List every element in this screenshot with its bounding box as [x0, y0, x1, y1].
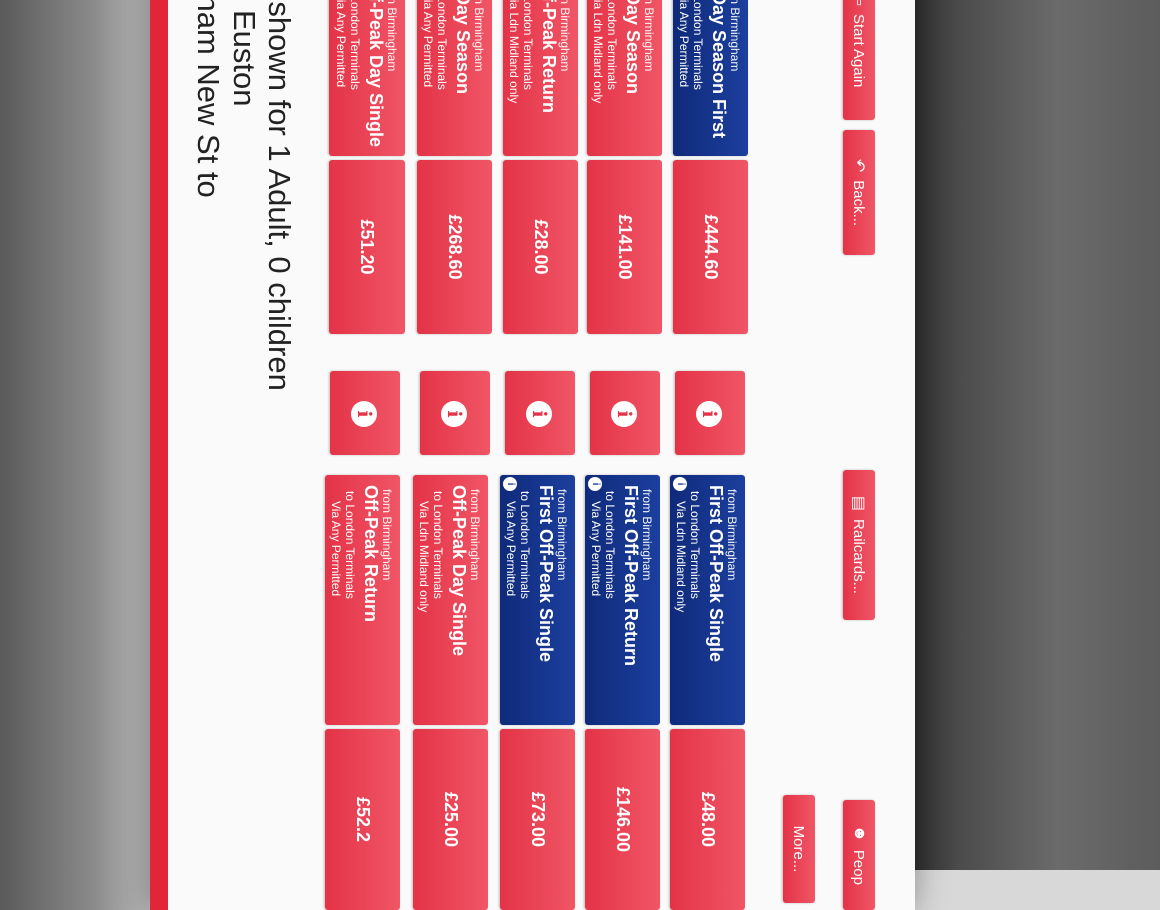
fare-via: Via Ldn Midland only — [591, 0, 605, 104]
back-label: Back... — [850, 180, 868, 227]
fare-info-button[interactable]: i — [675, 371, 745, 455]
fare-name: First Off-Peak Single — [536, 485, 556, 663]
fare-to: to London Terminals — [603, 491, 617, 599]
railcards-button[interactable]: ▤ Railcards... — [843, 470, 875, 620]
fare-to: to London Terminals — [688, 491, 702, 599]
fare-via: Via Any Permitted — [504, 501, 518, 597]
fare-from: from Birmingham — [728, 0, 742, 72]
fare-from: from Birmingham — [380, 489, 394, 581]
passenger-summary: es shown for 1 Adult, 0 children — [262, 0, 297, 391]
fare-name: Off-Peak Return — [539, 0, 559, 114]
fare-price-button[interactable]: £25.00 — [413, 729, 488, 910]
fare-from: from Birmingham — [725, 489, 739, 581]
route-line-1: ngham New St to — [191, 0, 226, 198]
fare-via: Via Ldn Midland only — [674, 501, 688, 613]
fare-card-first-class[interactable]: from Birmingham First Off-Peak Single to… — [670, 475, 745, 725]
fare-from: from Birmingham — [472, 0, 486, 72]
fare-info-button[interactable]: i — [590, 371, 660, 455]
fare-via: Via Any Permitted — [334, 0, 348, 88]
info-icon: i — [351, 401, 377, 427]
fare-card-first-class[interactable]: from Birmingham First Off-Peak Return to… — [585, 475, 660, 725]
route-line-2: lon Euston — [227, 0, 262, 107]
fare-card[interactable]: from Birmingham Off-Peak Return to Londo… — [325, 475, 400, 725]
fare-via: Via Any Permitted — [589, 501, 603, 597]
start-again-label: Start Again — [850, 14, 868, 88]
fare-card[interactable]: from Birmingham 7-Day Season to London T… — [587, 0, 662, 156]
fare-from: from Birmingham — [468, 489, 482, 581]
info-icon: i — [441, 401, 467, 427]
start-again-button[interactable]: ⇦ Start Again — [843, 0, 875, 120]
ticket-selection-screen: ngham New St to lon Euston es shown for … — [150, 0, 915, 910]
fare-name: Off-Peak Day Single — [449, 485, 469, 657]
first-class-info-icon: i — [503, 477, 517, 491]
fare-price-button[interactable]: £146.00 — [585, 729, 660, 910]
fare-from: from Birmingham — [555, 489, 569, 581]
fare-price-button[interactable]: £52.2 — [325, 729, 400, 910]
back-arrow-icon: ↶ — [850, 158, 867, 173]
first-class-info-icon: i — [673, 477, 687, 491]
fare-via: Via Any Permitted — [677, 0, 691, 88]
fare-name: Off-Peak Return — [361, 485, 381, 623]
fare-name: First Off-Peak Return — [621, 485, 641, 667]
fare-to: to London Terminals — [435, 0, 449, 90]
fare-card[interactable]: from Birmingham Off-Peak Return to Londo… — [503, 0, 578, 156]
fare-name: Off-Peak Day Single — [366, 0, 386, 148]
fare-to: to London Terminals — [348, 0, 362, 90]
fare-card-first-class[interactable]: from Birmingham 7-Day Season First to Lo… — [673, 0, 748, 156]
fare-name: 7-Day Season — [623, 0, 643, 95]
fare-to: to London Terminals — [605, 0, 619, 90]
fare-info-button[interactable]: i — [330, 371, 400, 455]
more-label: More... — [790, 825, 808, 873]
fare-to: to London Terminals — [431, 491, 445, 599]
people-label: Peop — [850, 849, 868, 885]
top-stripe — [150, 0, 168, 910]
back-button[interactable]: ↶ Back... — [843, 130, 875, 255]
fare-price-button[interactable]: £48.00 — [670, 729, 745, 910]
fare-price-button[interactable]: £51.20 — [329, 160, 405, 334]
fare-price-button[interactable]: £28.00 — [503, 160, 578, 334]
fare-name: 7-Day Season — [453, 0, 473, 95]
fare-price-button[interactable]: £444.60 — [673, 160, 748, 334]
kiosk-housing — [905, 0, 1160, 870]
fare-info-button[interactable]: i — [505, 371, 575, 455]
kiosk-screen: ngham New St to lon Euston es shown for … — [150, 0, 915, 910]
fare-card[interactable]: from Birmingham Off-Peak Day Single to L… — [329, 0, 405, 156]
fare-via: Via Any Permitted — [421, 0, 435, 88]
fare-card[interactable]: from Birmingham Off-Peak Day Single to L… — [413, 475, 488, 725]
fare-info-button[interactable]: i — [420, 371, 490, 455]
exit-arrow-icon: ⇦ — [849, 0, 869, 6]
first-class-info-icon: i — [588, 477, 602, 491]
fare-price-button[interactable]: £73.00 — [500, 729, 575, 910]
fare-price-button[interactable]: £141.00 — [587, 160, 662, 334]
info-icon: i — [611, 401, 637, 427]
fare-via: Via Ldn Midland only — [507, 0, 521, 104]
fare-to: to London Terminals — [343, 491, 357, 599]
fare-name: First Off-Peak Single — [706, 485, 726, 663]
fare-price-button[interactable]: £268.60 — [417, 160, 492, 334]
info-icon: i — [526, 401, 552, 427]
fare-from: from Birmingham — [640, 489, 654, 581]
fare-from: from Birmingham — [642, 0, 656, 72]
fare-via: Via Any Permitted — [329, 501, 343, 597]
railcard-icon: ▤ — [850, 495, 867, 512]
more-button[interactable]: More... — [783, 795, 815, 903]
railcards-label: Railcards... — [850, 519, 868, 595]
fare-from: from Birmingham — [558, 0, 572, 72]
fare-card-first-class[interactable]: from Birmingham First Off-Peak Single to… — [500, 475, 575, 725]
fare-card[interactable]: from Birmingham 7-Day Season to London T… — [417, 0, 492, 156]
fare-from: from Birmingham — [385, 0, 399, 72]
info-icon: i — [696, 401, 722, 427]
people-button[interactable]: ☻ Peop — [843, 800, 875, 910]
people-icon: ☻ — [851, 825, 868, 842]
fare-to: to London Terminals — [521, 0, 535, 90]
fare-to: to London Terminals — [518, 491, 532, 599]
fare-via: Via Ldn Midland only — [417, 501, 431, 613]
fare-name: 7-Day Season First — [709, 0, 729, 139]
fare-to: to London Terminals — [691, 0, 705, 90]
